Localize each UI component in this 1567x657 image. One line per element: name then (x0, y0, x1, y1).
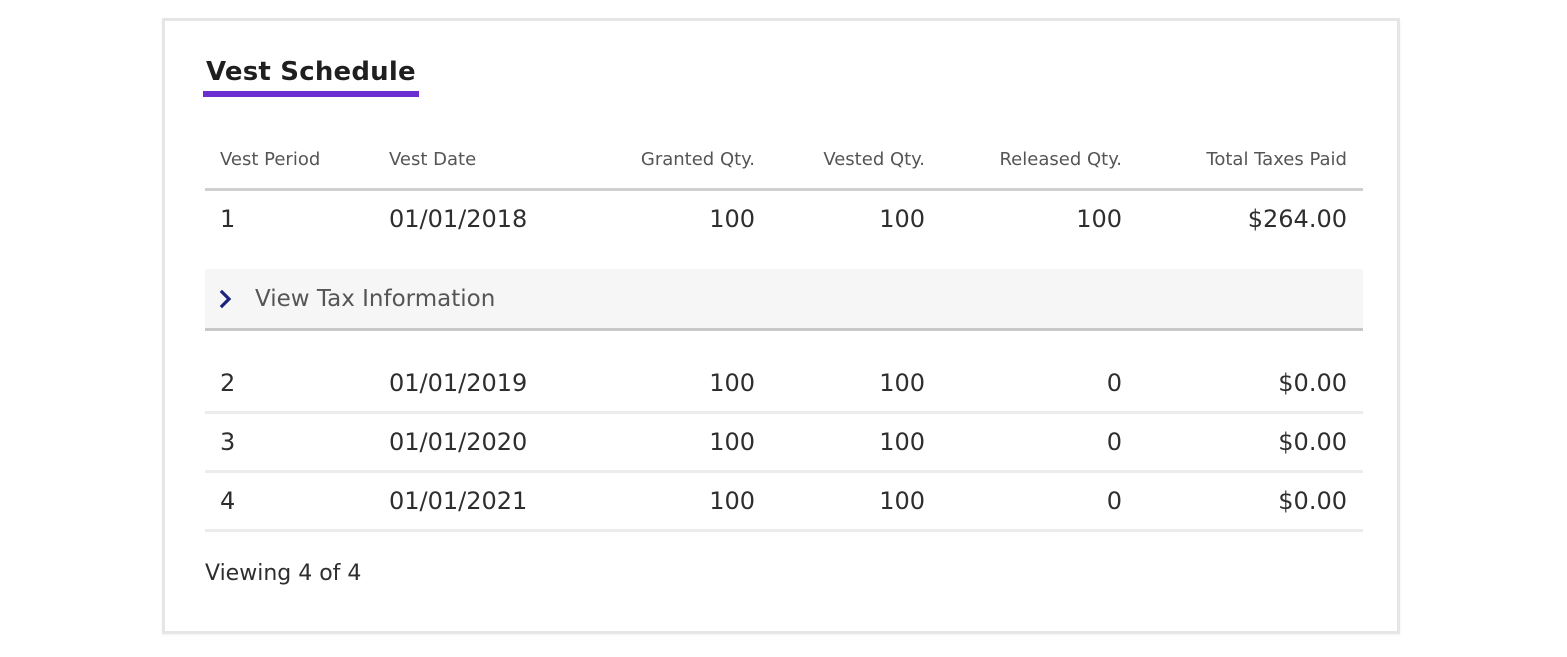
vest-period-cell: 4 (220, 487, 236, 515)
total-taxes-paid-cell: $0.00 (1278, 428, 1347, 456)
title-wrap: Vest Schedule (203, 57, 419, 97)
table-header-row: Vest Period Vest Date Granted Qty. Veste… (205, 131, 1363, 191)
column-header-granted-qty[interactable]: Granted Qty. (559, 149, 755, 170)
granted-qty-cell: 100 (709, 487, 755, 515)
released-qty-cell: 0 (1106, 428, 1122, 456)
vest-date-cell: 01/01/2018 (389, 204, 528, 233)
table-row: 3 01/01/2020 100 100 0 $0.00 (205, 414, 1363, 473)
view-tax-information-label: View Tax Information (255, 285, 496, 312)
column-header-vest-period[interactable]: Vest Period (205, 149, 389, 170)
granted-qty-cell: 100 (709, 428, 755, 456)
vest-schedule-card: Vest Schedule Vest Period Vest Date Gran… (162, 18, 1400, 634)
table-row: 2 01/01/2019 100 100 0 $0.00 (205, 355, 1363, 414)
vested-qty-cell: 100 (879, 369, 925, 397)
row-spacer (205, 331, 1363, 355)
column-header-released-qty[interactable]: Released Qty. (925, 149, 1122, 170)
chevron-right-icon (215, 289, 237, 309)
vest-date-cell: 01/01/2021 (389, 487, 528, 515)
card-title: Vest Schedule (203, 57, 419, 97)
vest-period-cell: 3 (220, 428, 236, 456)
vest-date-cell: 01/01/2019 (389, 369, 528, 397)
released-qty-cell: 0 (1106, 369, 1122, 397)
column-header-vested-qty[interactable]: Vested Qty. (755, 149, 925, 170)
vest-date-cell: 01/01/2020 (389, 428, 528, 456)
column-header-total-taxes-paid[interactable]: Total Taxes Paid (1122, 149, 1347, 170)
total-taxes-paid-cell: $0.00 (1278, 487, 1347, 515)
column-header-vest-date[interactable]: Vest Date (389, 149, 559, 170)
granted-qty-cell: 100 (709, 204, 755, 233)
granted-qty-cell: 100 (709, 369, 755, 397)
vested-qty-cell: 100 (879, 428, 925, 456)
vested-qty-cell: 100 (879, 204, 925, 233)
vest-period-cell: 2 (220, 369, 236, 397)
vested-qty-cell: 100 (879, 487, 925, 515)
table-row: 4 01/01/2021 100 100 0 $0.00 (205, 473, 1363, 532)
vest-schedule-table: Vest Period Vest Date Granted Qty. Veste… (205, 131, 1363, 532)
table-row: 1 01/01/2018 100 100 100 $264.00 (205, 191, 1363, 246)
released-qty-cell: 0 (1106, 487, 1122, 515)
pagination-summary: Viewing 4 of 4 (205, 561, 362, 586)
total-taxes-paid-cell: $264.00 (1247, 204, 1347, 233)
view-tax-information-toggle[interactable]: View Tax Information (205, 269, 1363, 331)
released-qty-cell: 100 (1076, 204, 1122, 233)
total-taxes-paid-cell: $0.00 (1278, 369, 1347, 397)
vest-period-cell: 1 (220, 204, 236, 233)
